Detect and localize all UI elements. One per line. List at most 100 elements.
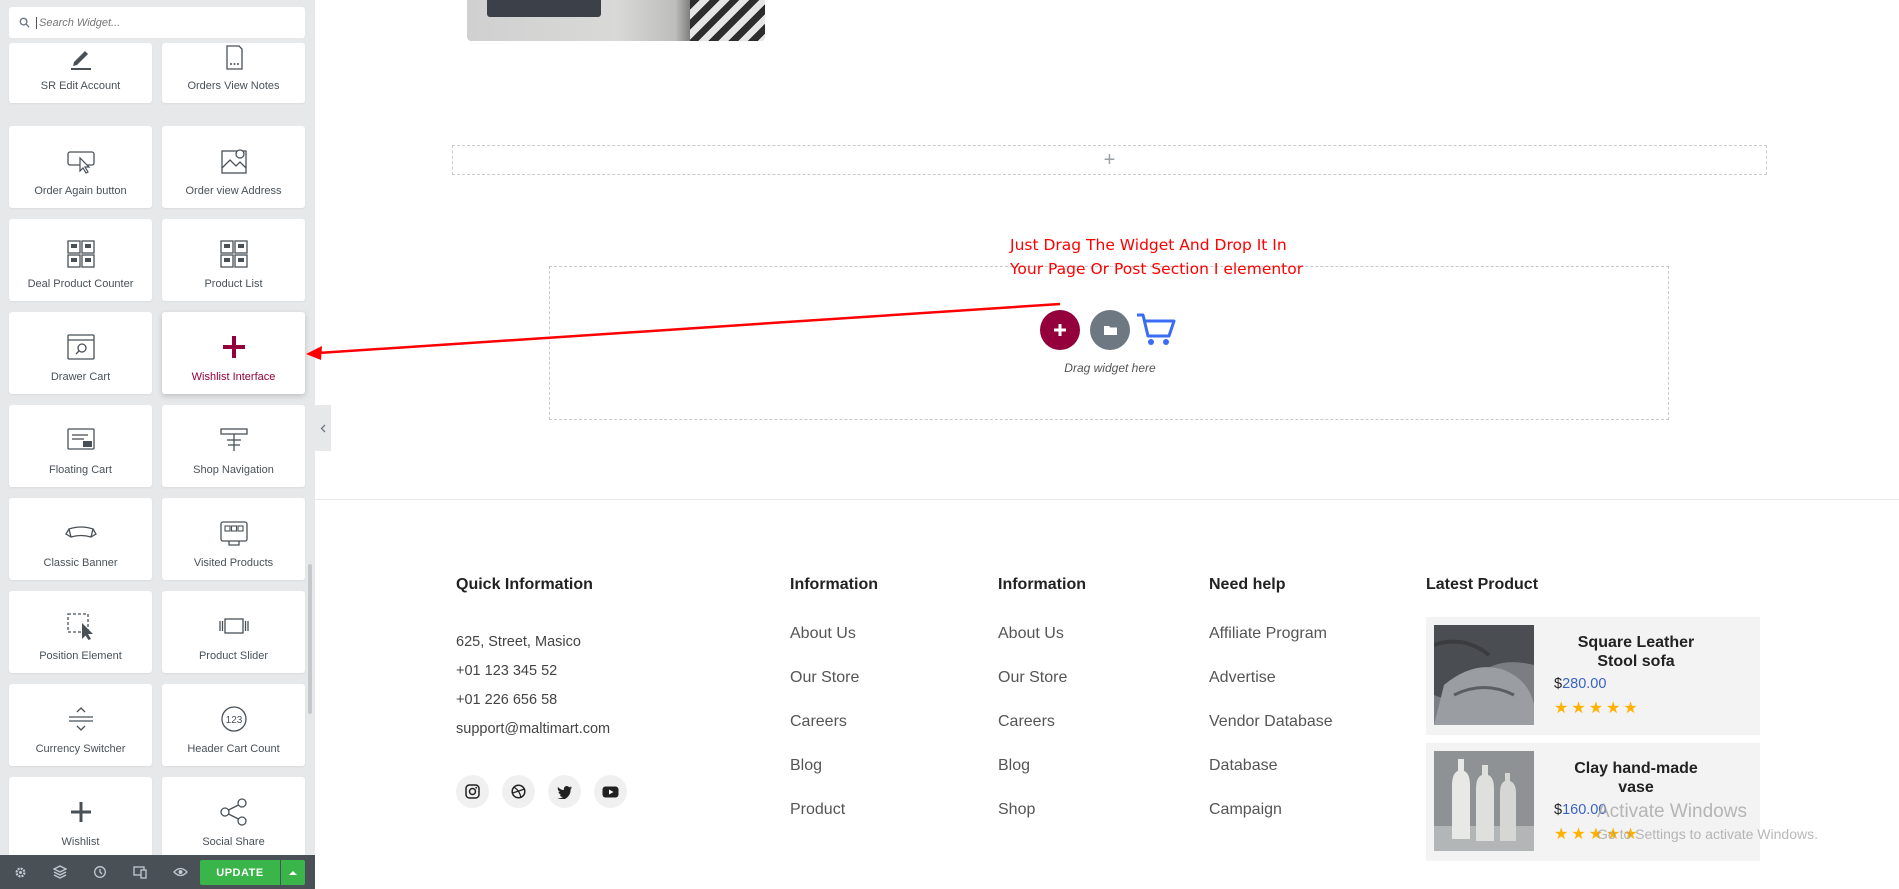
widget-deal-product-counter[interactable]: Deal Product Counter bbox=[9, 219, 152, 301]
history-button[interactable] bbox=[80, 855, 120, 889]
widget-visited-products[interactable]: Visited Products bbox=[162, 498, 305, 580]
add-section-button[interactable]: + bbox=[452, 145, 1767, 175]
add-template-button[interactable] bbox=[1090, 310, 1130, 350]
footer-link[interactable]: Advertise bbox=[1209, 669, 1276, 687]
footer-link[interactable]: About Us bbox=[998, 625, 1064, 643]
widget-label: Floating Cart bbox=[49, 464, 112, 476]
cart-icon bbox=[1137, 313, 1176, 345]
product-card[interactable]: Square Leather Stool sofa $280.00 ★ ★ ★ ★ ★ bbox=[1426, 617, 1760, 735]
footer-link[interactable]: Vendor Database bbox=[1209, 713, 1333, 731]
footer-link[interactable]: Affiliate Program bbox=[1209, 625, 1327, 643]
footer-link[interactable]: Our Store bbox=[998, 669, 1067, 687]
youtube-link[interactable] bbox=[594, 775, 627, 808]
footer-link[interactable]: About Us bbox=[790, 625, 856, 643]
hero-image-pattern bbox=[690, 0, 765, 41]
footer-link[interactable]: Product bbox=[790, 801, 845, 819]
footer-link[interactable]: Careers bbox=[998, 713, 1055, 731]
grid-products-icon bbox=[65, 238, 97, 270]
visited-products-icon bbox=[218, 517, 250, 549]
widget-order-view-address[interactable]: Order view Address bbox=[162, 126, 305, 208]
widget-label: Product List bbox=[204, 278, 263, 290]
preview-button[interactable] bbox=[160, 855, 200, 889]
social-links bbox=[456, 775, 640, 808]
plus-icon bbox=[218, 331, 250, 363]
pencil-icon bbox=[65, 42, 97, 72]
footer-information-1: Information About Us Our Store Careers B… bbox=[790, 576, 878, 818]
widget-sr-edit-account[interactable]: SR Edit Account bbox=[9, 43, 152, 103]
instagram-link[interactable] bbox=[456, 775, 489, 808]
svg-text:123: 123 bbox=[225, 715, 242, 726]
widget-order-again-button[interactable]: Order Again button bbox=[9, 126, 152, 208]
widget-wishlist-interface[interactable]: Wishlist Interface bbox=[162, 312, 305, 394]
search-box[interactable] bbox=[9, 7, 305, 38]
widget-product-slider[interactable]: Product Slider bbox=[162, 591, 305, 673]
widget-label: Orders View Notes bbox=[187, 80, 280, 92]
widget-label: Classic Banner bbox=[43, 557, 118, 569]
footer-column-title: Need help bbox=[1209, 576, 1286, 593]
product-title[interactable]: Square Leather Stool sofa bbox=[1561, 633, 1711, 671]
youtube-icon bbox=[602, 786, 619, 797]
shop-nav-icon bbox=[218, 424, 250, 456]
footer-link[interactable]: Blog bbox=[790, 757, 822, 775]
banner-icon bbox=[64, 517, 97, 549]
devices-icon bbox=[133, 866, 147, 879]
panel-scrollbar[interactable] bbox=[308, 564, 312, 714]
folder-icon bbox=[1103, 326, 1117, 335]
star-icon: ★ bbox=[1554, 700, 1569, 717]
search-input[interactable] bbox=[36, 16, 286, 29]
footer-information-2: Information About Us Our Store Careers B… bbox=[998, 576, 1086, 818]
widget-label: Deal Product Counter bbox=[27, 278, 134, 290]
widget-social-share[interactable]: Social Share bbox=[162, 777, 305, 859]
footer-divider bbox=[315, 499, 1899, 500]
update-options-button[interactable] bbox=[281, 860, 305, 885]
widget-wishlist[interactable]: Wishlist bbox=[9, 777, 152, 859]
widget-label: Order view Address bbox=[185, 185, 282, 197]
footer-link[interactable]: Database bbox=[1209, 757, 1278, 775]
dribbble-icon bbox=[511, 784, 526, 799]
annotation-line-1: Just Drag The Widget And Drop It In bbox=[1010, 236, 1287, 254]
add-new-section-button[interactable] bbox=[1040, 310, 1080, 350]
hero-button[interactable] bbox=[487, 0, 601, 17]
footer-column-title: Information bbox=[998, 576, 1086, 593]
shop-elements-button[interactable] bbox=[1134, 310, 1178, 350]
footer-link[interactable]: Blog bbox=[998, 757, 1030, 775]
widget-shop-navigation[interactable]: Shop Navigation bbox=[162, 405, 305, 487]
widget-currency-switcher[interactable]: Currency Switcher bbox=[9, 684, 152, 766]
footer-link[interactable]: Campaign bbox=[1209, 801, 1282, 819]
widget-label: Social Share bbox=[202, 836, 265, 848]
gear-icon bbox=[14, 866, 26, 878]
product-title[interactable]: Clay hand-made vase bbox=[1561, 759, 1711, 797]
navigator-button[interactable] bbox=[40, 855, 80, 889]
widget-drawer-cart[interactable]: Drawer Cart bbox=[9, 312, 152, 394]
footer-link[interactable]: Shop bbox=[998, 801, 1035, 819]
star-icon: ★ bbox=[1623, 700, 1638, 717]
widget-label: Visited Products bbox=[193, 557, 274, 569]
footer-phone-2: +01 226 656 58 bbox=[456, 692, 558, 708]
footer-address: 625, Street, Masico bbox=[456, 634, 581, 650]
widget-label: Position Element bbox=[39, 650, 122, 662]
widget-classic-banner[interactable]: Classic Banner bbox=[9, 498, 152, 580]
widget-label: Drawer Cart bbox=[50, 371, 111, 383]
activate-windows-title: Activate Windows bbox=[1597, 801, 1747, 822]
star-icon: ★ bbox=[1571, 826, 1586, 843]
eye-icon bbox=[172, 867, 188, 877]
annotation-line-2: Your Page Or Post Section I elementor bbox=[1010, 260, 1304, 278]
footer-link[interactable]: Our Store bbox=[790, 669, 859, 687]
chevron-left-icon bbox=[320, 424, 326, 432]
dribbble-link[interactable] bbox=[502, 775, 535, 808]
footer-link[interactable]: Careers bbox=[790, 713, 847, 731]
responsive-mode-button[interactable] bbox=[120, 855, 160, 889]
window-search-icon bbox=[65, 331, 97, 363]
widget-header-cart-count[interactable]: 123 Header Cart Count bbox=[162, 684, 305, 766]
drop-zone-hint: Drag widget here bbox=[1064, 361, 1156, 375]
twitter-link[interactable] bbox=[548, 775, 581, 808]
collapse-panel-button[interactable] bbox=[315, 405, 331, 451]
star-icon: ★ bbox=[1606, 700, 1621, 717]
widget-product-list[interactable]: Product List bbox=[162, 219, 305, 301]
footer-need-help: Need help Affiliate Program Advertise Ve… bbox=[1209, 576, 1333, 818]
settings-button[interactable] bbox=[0, 855, 40, 889]
widget-floating-cart[interactable]: Floating Cart bbox=[9, 405, 152, 487]
widget-orders-view-notes[interactable]: Orders View Notes bbox=[162, 43, 305, 103]
widget-position-element[interactable]: Position Element bbox=[9, 591, 152, 673]
update-button[interactable]: UPDATE bbox=[200, 860, 280, 885]
